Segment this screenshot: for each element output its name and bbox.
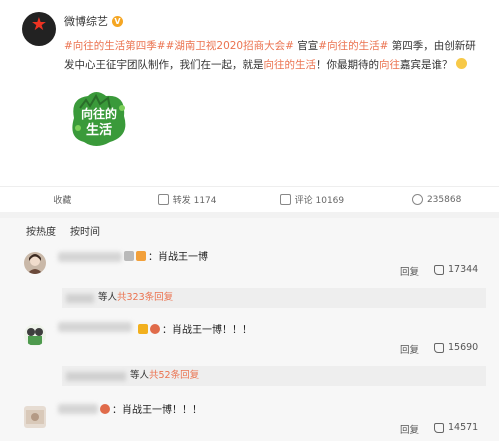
comment-like-count: 17344 [448, 264, 479, 275]
smile-emoji-icon [455, 58, 467, 69]
fan-badge-icon [150, 323, 160, 334]
sub-reply-count[interactable]: 共52条回复 [149, 366, 199, 386]
comment-like-count: 14571 [448, 422, 479, 433]
repost-label: 转发 1174 [172, 196, 217, 206]
fan-badge-icon [100, 403, 110, 414]
reply-button[interactable]: 回复 [400, 422, 419, 436]
comment-like-button[interactable]: 17344 [434, 264, 478, 275]
blurred-username[interactable] [58, 322, 132, 332]
comment-sort-tabs: 按热度 按时间 [26, 223, 100, 238]
comment-text: ：肖战王一博！！！ [100, 401, 202, 416]
comment-text: ：肖战王一博 [124, 248, 208, 263]
post-text-part[interactable]: 向往的生活 [264, 59, 317, 71]
comment-like-count: 15690 [448, 342, 479, 353]
sub-replies-summary[interactable]: 等人 共52条回复 [62, 366, 486, 386]
sub-reply-count[interactable]: 共323条回复 [117, 288, 173, 308]
tab-sort-time[interactable]: 按时间 [70, 223, 100, 238]
comment-like-button[interactable]: 14571 [434, 422, 478, 433]
blurred-username [66, 371, 126, 381]
blurred-username[interactable] [58, 404, 98, 414]
author-name[interactable]: 微博综艺 [64, 13, 108, 29]
logo-text-bottom: 生活 [86, 122, 112, 138]
blurred-username[interactable] [58, 252, 122, 262]
author-avatar[interactable]: ★ [22, 12, 56, 46]
post-text-part[interactable]: #向往的生活第四季##湖南卫视2020招商大会# [64, 40, 294, 52]
commenter-avatar[interactable] [24, 406, 46, 428]
vip-badge-icon [136, 250, 146, 261]
reply-button[interactable]: 回复 [400, 342, 419, 356]
weibo-post: ★ 微博综艺 V #向往的生活第四季##湖南卫视2020招商大会# 官宣#向往的… [0, 0, 499, 210]
post-text-part: ！你最期待的 [316, 59, 379, 71]
repost-button[interactable]: 转发 1174 [125, 193, 250, 206]
star-icon: ★ [30, 14, 48, 35]
thumb-up-icon [434, 342, 444, 353]
comment-body: ：肖战王一博 [148, 252, 208, 263]
comment-like-button[interactable]: 15690 [434, 342, 478, 353]
post-text-part: 嘉宾是谁？ [400, 59, 453, 71]
collect-button[interactable]: 收藏 [0, 193, 125, 206]
blurred-username [66, 293, 94, 303]
member-badge-icon [124, 250, 134, 261]
v-badge-icon [138, 323, 148, 334]
post-text: #向往的生活第四季##湖南卫视2020招商大会# 官宣#向往的生活# 第四季，由… [64, 37, 484, 75]
collect-label: 收藏 [53, 196, 72, 206]
sub-replies-summary[interactable]: 等人 共323条回复 [62, 288, 486, 308]
author-header[interactable]: 微博综艺 V [64, 13, 123, 29]
sub-reply-prefix: 等人 [98, 292, 118, 303]
logo-text-top: 向往的 [81, 106, 117, 121]
commenter-avatar[interactable] [24, 252, 46, 274]
reply-button[interactable]: 回复 [400, 264, 419, 278]
post-text-part[interactable]: 向往 [379, 59, 400, 71]
show-logo-image[interactable]: 向往的 生活 [66, 88, 132, 150]
commenter-avatar[interactable] [24, 324, 46, 346]
comment-section: 按热度 按时间 ：肖战王一博 回复 17344 等人 共323条回复 ：肖战王一… [0, 218, 499, 441]
repost-icon [157, 194, 169, 205]
like-icon [411, 194, 423, 205]
sub-reply-prefix: 等人 [130, 370, 150, 381]
post-text-part[interactable]: #向往的生活# [318, 40, 388, 52]
thumb-up-icon [434, 422, 444, 433]
comment-label: 评论 10169 [294, 196, 345, 206]
post-action-bar: 收藏 转发 1174 评论 10169 235868 [0, 186, 499, 212]
comment-text: ：肖战王一博！！！ [138, 321, 252, 336]
post-text-part: 官宣 [293, 40, 319, 52]
tab-sort-hot[interactable]: 按热度 [26, 223, 56, 238]
comment-button[interactable]: 评论 10169 [250, 193, 375, 206]
comment-body: ：肖战王一博！！！ [112, 405, 202, 416]
comment-icon [279, 194, 291, 205]
verified-icon: V [112, 15, 123, 27]
comment-body: ：肖战王一博！！！ [162, 325, 252, 336]
thumb-up-icon [434, 264, 444, 275]
like-count: 235868 [426, 194, 462, 205]
like-button[interactable]: 235868 [374, 194, 499, 205]
